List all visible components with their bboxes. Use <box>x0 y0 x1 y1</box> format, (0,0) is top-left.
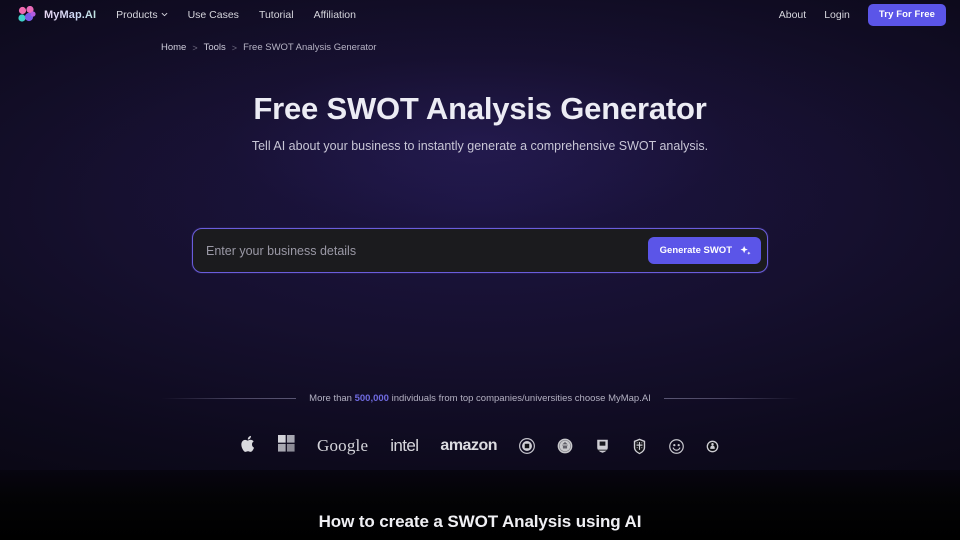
university-crest-icon <box>595 438 610 454</box>
social-proof-count: 500,000 <box>354 393 389 404</box>
logo-university-seal-3 <box>595 432 610 460</box>
university-seal-icon <box>519 438 535 454</box>
breadcrumb-item-tools[interactable]: Tools <box>204 42 226 53</box>
breadcrumb-separator: > <box>231 42 238 53</box>
generate-swot-button[interactable]: Generate SWOT <box>647 237 761 264</box>
nav-item-login[interactable]: Login <box>824 9 850 21</box>
company-logo-strip: Google intel amazon <box>0 432 960 460</box>
nav-item-use-cases[interactable]: Use Cases <box>188 9 239 21</box>
social-proof-suffix: individuals from top companies/universit… <box>388 393 651 404</box>
logo-university-seal-2 <box>557 432 573 460</box>
nav-item-about[interactable]: About <box>779 9 806 21</box>
logo-university-seal-1 <box>519 432 535 460</box>
mymap-cluster-logo-icon <box>18 6 37 23</box>
breadcrumb-separator: > <box>192 42 198 53</box>
university-seal-icon <box>706 440 719 453</box>
logo-apple <box>241 432 256 460</box>
nav-item-tutorial-label: Tutorial <box>258 8 294 21</box>
social-proof-prefix: More than <box>309 393 355 404</box>
nav-item-affiliation-label: Affiliation <box>313 8 356 21</box>
page-subtitle: Tell AI about your business to instantly… <box>251 139 709 154</box>
logo-google: Google <box>317 432 368 460</box>
logo-university-seal-6 <box>706 432 719 460</box>
breadcrumb: Home > Tools > Free SWOT Analysis Genera… <box>161 42 376 53</box>
logo-intel-wordmark: intel <box>390 436 419 455</box>
chevron-down-icon <box>161 11 168 18</box>
logo-microsoft <box>277 432 295 460</box>
brand-logo-link[interactable]: MyMap.AI <box>18 6 96 23</box>
hero-section: Free SWOT Analysis Generator Tell AI abo… <box>0 91 960 154</box>
nav-item-tutorial[interactable]: Tutorial <box>259 9 294 21</box>
nav-item-affiliation[interactable]: Affiliation <box>314 9 356 21</box>
nav-item-use-cases-label: Use Cases <box>187 8 239 21</box>
page-root: MyMap.AI Products Use Cases Tutorial Aff… <box>0 0 960 540</box>
microsoft-icon <box>277 435 295 457</box>
apple-icon <box>241 435 256 458</box>
divider-right <box>663 398 800 399</box>
university-seal-icon <box>669 438 684 454</box>
social-proof-text: More than 500,000 individuals from top c… <box>309 393 651 404</box>
divider-left <box>161 398 297 399</box>
logo-university-seal-4 <box>632 432 647 460</box>
nav-right-group: About Login Try For Free <box>779 3 946 26</box>
page-title: Free SWOT Analysis Generator <box>253 91 707 126</box>
nav-left-group: MyMap.AI Products Use Cases Tutorial Aff… <box>18 6 356 23</box>
logo-google-wordmark: Google <box>316 436 369 455</box>
nav-item-about-label: About <box>778 8 807 21</box>
business-details-input[interactable] <box>206 229 648 272</box>
top-navigation-bar: MyMap.AI Products Use Cases Tutorial Aff… <box>0 0 960 29</box>
business-details-prompt-bar: Generate SWOT <box>192 228 768 273</box>
breadcrumb-item-home[interactable]: Home <box>161 42 186 53</box>
logo-amazon-wordmark: amazon <box>440 437 497 454</box>
logo-university-seal-5 <box>669 432 684 460</box>
nav-item-products[interactable]: Products <box>116 9 167 21</box>
nav-item-products-label: Products <box>116 8 158 21</box>
logo-intel: intel <box>390 432 419 460</box>
sparkle-icon <box>739 244 752 257</box>
generate-swot-button-label: Generate SWOT <box>659 245 732 256</box>
how-to-section-heading: How to create a SWOT Analysis using AI <box>318 512 642 531</box>
try-for-free-button[interactable]: Try For Free <box>867 3 946 26</box>
nav-item-login-label: Login <box>824 8 850 21</box>
social-proof-row: More than 500,000 individuals from top c… <box>161 393 800 404</box>
brand-name: MyMap.AI <box>44 8 97 21</box>
logo-amazon: amazon <box>440 432 497 460</box>
breadcrumb-item-current: Free SWOT Analysis Generator <box>243 42 377 53</box>
university-shield-icon <box>632 438 647 455</box>
university-seal-icon <box>557 438 573 454</box>
